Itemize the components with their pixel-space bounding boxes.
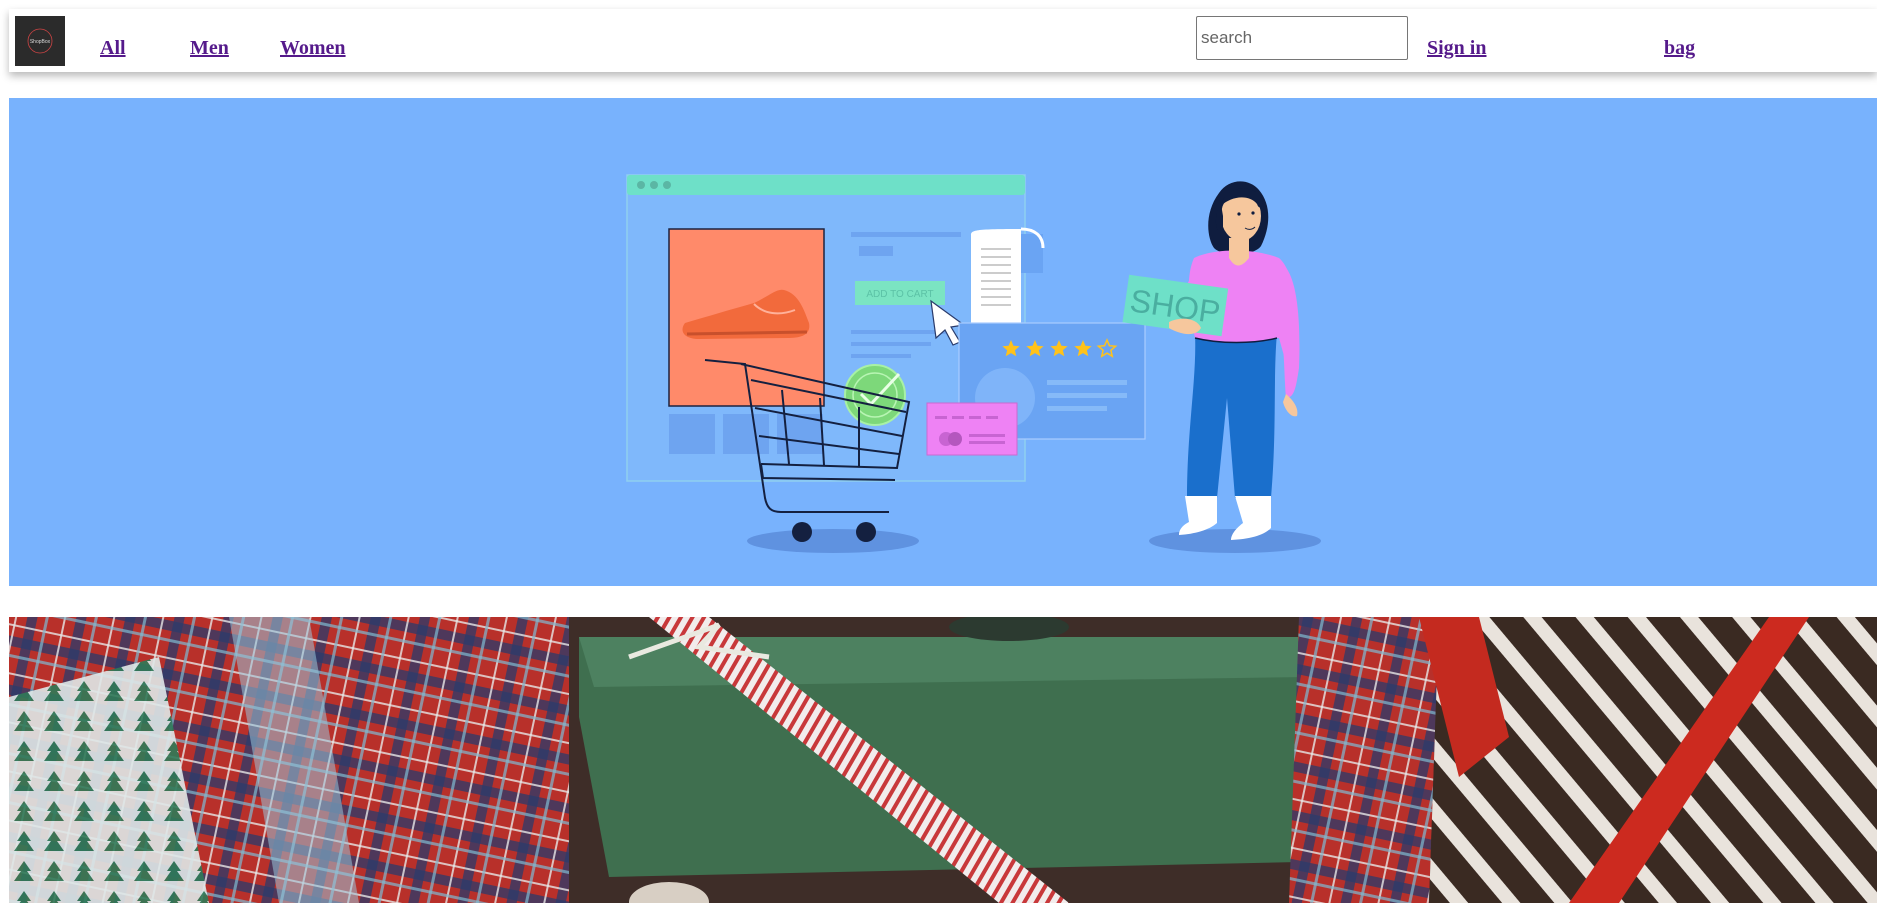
credit-card-illustration <box>926 402 1018 456</box>
cart-wheel-right <box>856 522 876 542</box>
add-to-cart-text: ADD TO CART <box>866 289 933 300</box>
shop-logo[interactable]: ShopBox <box>15 16 65 66</box>
online-shopping-illustration: ADD TO CART SHOP <box>626 174 1321 553</box>
nav-link-all[interactable]: All <box>100 37 126 59</box>
search-input[interactable] <box>1196 16 1408 60</box>
nav-link-women[interactable]: Women <box>280 37 346 59</box>
bag-link[interactable]: bag <box>1664 37 1695 59</box>
hero-banner: ADD TO CART SHOP <box>9 98 1877 586</box>
sign-in-link[interactable]: Sign in <box>1427 37 1486 59</box>
woman-shopper-illustration <box>1177 181 1300 540</box>
gift-photo <box>9 617 1877 903</box>
receipt-illustration <box>971 227 1045 331</box>
logo-icon: ShopBox <box>27 28 53 54</box>
logo-text: ShopBox <box>30 39 51 45</box>
gift-boxes-banner-photo <box>9 617 1877 903</box>
top-navbar: ShopBox All Men Women Sign in bag <box>9 9 1877 72</box>
nav-link-men[interactable]: Men <box>190 37 229 59</box>
cart-wheel-left <box>792 522 812 542</box>
